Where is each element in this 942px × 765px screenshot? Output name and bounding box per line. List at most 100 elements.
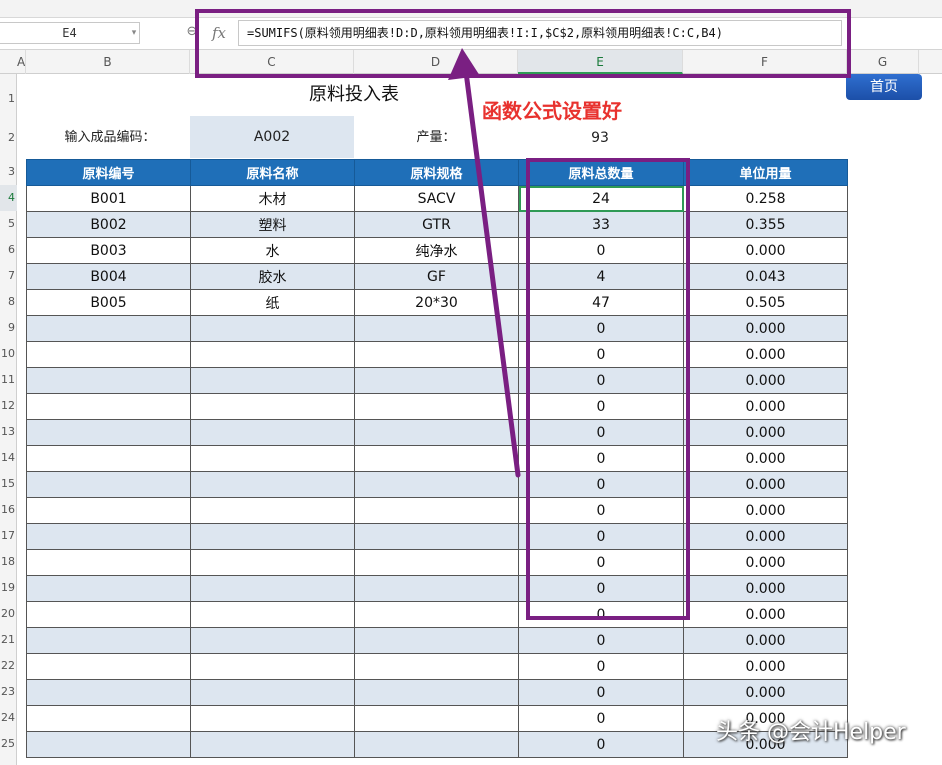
product-code-input-cell[interactable]: A002 <box>190 116 354 158</box>
cell-material-name[interactable] <box>190 419 355 446</box>
cell-material-code[interactable]: B001 <box>26 185 191 212</box>
cell-unit-usage[interactable]: 0.000 <box>683 393 848 420</box>
row-header[interactable]: 8 <box>0 289 17 315</box>
cell-material-code[interactable]: B004 <box>26 263 191 290</box>
cell-material-name[interactable] <box>190 445 355 472</box>
cell-material-spec[interactable] <box>354 601 519 628</box>
cell-unit-usage[interactable]: 0.000 <box>683 679 848 706</box>
cell-material-code[interactable] <box>26 627 191 654</box>
cell-unit-usage[interactable]: 0.000 <box>683 419 848 446</box>
cell-material-name[interactable] <box>190 497 355 524</box>
cell-material-name[interactable]: 胶水 <box>190 263 355 290</box>
cell-material-code[interactable]: B005 <box>26 289 191 316</box>
cell-material-spec[interactable] <box>354 575 519 602</box>
cell-material-code[interactable] <box>26 705 191 732</box>
cell-material-name[interactable] <box>190 393 355 420</box>
name-box[interactable]: E4 <box>0 22 140 44</box>
cell-material-code[interactable] <box>26 601 191 628</box>
cell-unit-usage[interactable]: 0.000 <box>683 497 848 524</box>
cell-material-spec[interactable] <box>354 497 519 524</box>
cell-unit-usage[interactable]: 0.000 <box>683 471 848 498</box>
row-header[interactable]: 21 <box>0 627 17 653</box>
cell-total-quantity[interactable]: 0 <box>518 705 684 732</box>
cell-unit-usage[interactable]: 0.000 <box>683 549 848 576</box>
cell-material-spec[interactable] <box>354 523 519 550</box>
cell-material-spec[interactable] <box>354 679 519 706</box>
row-header[interactable]: 3 <box>0 159 17 185</box>
chevron-down-icon[interactable]: ▾ <box>128 22 140 44</box>
row-header[interactable]: 22 <box>0 653 17 679</box>
cell-unit-usage[interactable]: 0.000 <box>683 523 848 550</box>
row-header[interactable]: 12 <box>0 393 17 419</box>
cell-unit-usage[interactable]: 0.000 <box>683 367 848 394</box>
cell-unit-usage[interactable]: 0.505 <box>683 289 848 316</box>
cell-unit-usage[interactable]: 0.000 <box>683 575 848 602</box>
row-header[interactable]: 13 <box>0 419 17 445</box>
header-material-code[interactable]: 原料编号 <box>26 159 191 186</box>
row-header[interactable]: 17 <box>0 523 17 549</box>
cell-material-name[interactable] <box>190 341 355 368</box>
cell-unit-usage[interactable]: 0.355 <box>683 211 848 238</box>
cell-material-code[interactable] <box>26 679 191 706</box>
row-header[interactable]: 7 <box>0 263 17 289</box>
cell-material-name[interactable] <box>190 601 355 628</box>
row-header[interactable]: 25 <box>0 731 17 757</box>
row-header[interactable]: 19 <box>0 575 17 601</box>
cell-material-code[interactable] <box>26 653 191 680</box>
row-header[interactable]: 5 <box>0 211 17 237</box>
cell-material-name[interactable] <box>190 471 355 498</box>
cell-material-code[interactable] <box>26 367 191 394</box>
row-header[interactable]: 16 <box>0 497 17 523</box>
cell-total-quantity[interactable]: 0 <box>518 653 684 680</box>
cell-unit-usage[interactable]: 0.000 <box>683 653 848 680</box>
cell-material-name[interactable] <box>190 653 355 680</box>
cell-material-code[interactable] <box>26 341 191 368</box>
row-header[interactable]: 9 <box>0 315 17 341</box>
cell-material-name[interactable]: 木材 <box>190 185 355 212</box>
cell-material-name[interactable]: 水 <box>190 237 355 264</box>
cell-material-code[interactable]: B003 <box>26 237 191 264</box>
cell-material-code[interactable] <box>26 497 191 524</box>
header-material-name[interactable]: 原料名称 <box>190 159 355 186</box>
cell-material-spec[interactable] <box>354 627 519 654</box>
cell-material-name[interactable] <box>190 367 355 394</box>
row-header[interactable]: 14 <box>0 445 17 471</box>
cell-material-code[interactable] <box>26 393 191 420</box>
cell-material-code[interactable] <box>26 549 191 576</box>
cell-material-name[interactable] <box>190 549 355 576</box>
cell-total-quantity[interactable]: 0 <box>518 627 684 654</box>
cell-unit-usage[interactable]: 0.000 <box>683 315 848 342</box>
cell-unit-usage[interactable]: 0.043 <box>683 263 848 290</box>
cell-material-code[interactable] <box>26 445 191 472</box>
row-header-active[interactable]: 4 <box>0 185 17 211</box>
cell-material-name[interactable] <box>190 315 355 342</box>
cell-material-name[interactable] <box>190 679 355 706</box>
row-header[interactable]: 6 <box>0 237 17 263</box>
column-header-a[interactable]: A <box>17 50 26 74</box>
cell-unit-usage[interactable]: 0.000 <box>683 627 848 654</box>
cell-total-quantity[interactable]: 0 <box>518 731 684 758</box>
row-header[interactable]: 20 <box>0 601 17 627</box>
row-header[interactable]: 15 <box>0 471 17 497</box>
cell-unit-usage[interactable]: 0.000 <box>683 341 848 368</box>
cell-material-spec[interactable] <box>354 731 519 758</box>
cell-unit-usage[interactable]: 0.258 <box>683 185 848 212</box>
row-header[interactable]: 2 <box>0 118 17 158</box>
cell-material-name[interactable]: 塑料 <box>190 211 355 238</box>
cell-material-name[interactable]: 纸 <box>190 289 355 316</box>
row-header[interactable]: 11 <box>0 367 17 393</box>
cell-material-code[interactable] <box>26 471 191 498</box>
cell-material-spec[interactable] <box>354 705 519 732</box>
cell-unit-usage[interactable]: 0.000 <box>683 237 848 264</box>
cell-material-name[interactable] <box>190 705 355 732</box>
column-header-g[interactable]: G <box>847 50 919 74</box>
cell-unit-usage[interactable]: 0.000 <box>683 445 848 472</box>
cell-unit-usage[interactable]: 0.000 <box>683 601 848 628</box>
cell-material-code[interactable]: B002 <box>26 211 191 238</box>
row-header[interactable]: 18 <box>0 549 17 575</box>
row-header[interactable]: 24 <box>0 705 17 731</box>
cell-material-spec[interactable] <box>354 653 519 680</box>
cell-material-code[interactable] <box>26 523 191 550</box>
header-unit-usage[interactable]: 单位用量 <box>683 159 848 186</box>
cell-material-spec[interactable] <box>354 549 519 576</box>
